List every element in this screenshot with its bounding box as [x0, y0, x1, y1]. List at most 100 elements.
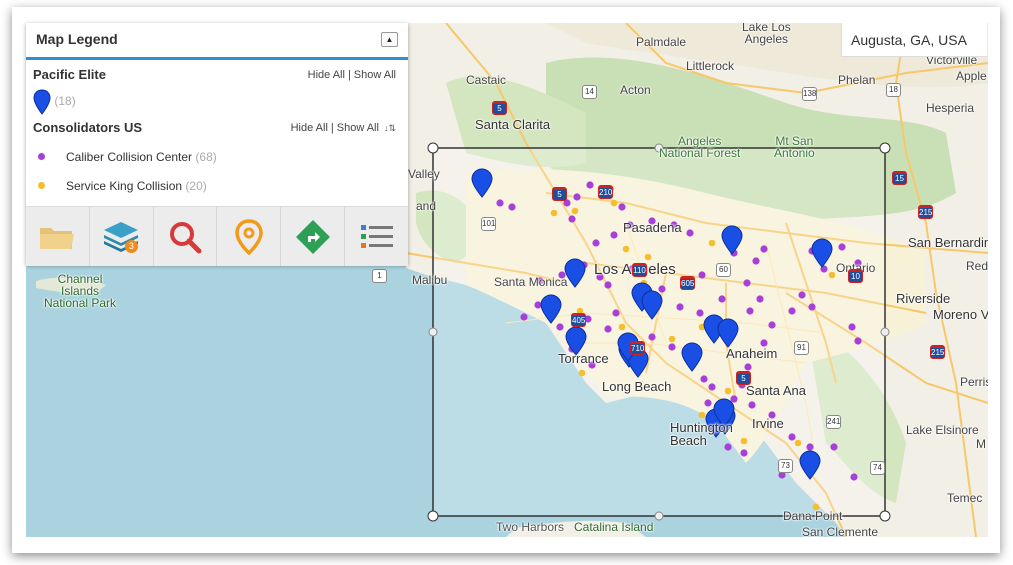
label-hesperia: Hesperia	[926, 101, 975, 115]
legend-item-count: (18)	[54, 94, 76, 109]
label-riverside: Riverside	[896, 291, 951, 306]
caliber-marker[interactable]	[648, 333, 656, 341]
list-icon	[360, 224, 393, 248]
caliber-marker[interactable]	[746, 307, 754, 315]
caliber-marker[interactable]	[568, 215, 576, 223]
caliber-marker[interactable]	[808, 303, 816, 311]
caliber-marker[interactable]	[748, 401, 756, 409]
handle-s[interactable]	[654, 511, 664, 521]
label-lake-elsinore: Lake Elsinore	[906, 423, 979, 437]
legend-item-pacific-elite[interactable]: (18)	[33, 89, 76, 115]
caliber-marker[interactable]	[612, 309, 620, 317]
service-king-marker[interactable]	[708, 239, 716, 247]
caliber-marker[interactable]	[700, 375, 708, 383]
service-king-marker[interactable]	[550, 209, 558, 217]
handle-ne[interactable]	[879, 142, 891, 154]
caliber-marker[interactable]	[496, 199, 504, 207]
service-king-marker[interactable]	[571, 207, 579, 215]
caliber-marker[interactable]	[676, 303, 684, 311]
caliber-marker[interactable]	[573, 193, 581, 201]
sort-az-icon[interactable]: ↓⇅	[384, 123, 396, 134]
label-apple-valley: Apple V	[956, 69, 988, 83]
label-and: and	[416, 199, 437, 213]
caliber-marker[interactable]	[850, 473, 858, 481]
caliber-marker[interactable]	[604, 281, 612, 289]
caliber-marker[interactable]	[686, 229, 694, 237]
caliber-marker[interactable]	[768, 321, 776, 329]
handle-sw[interactable]	[427, 510, 439, 522]
service-king-marker[interactable]	[618, 323, 626, 331]
caliber-marker[interactable]	[708, 383, 716, 391]
caliber-marker[interactable]	[696, 309, 704, 317]
handle-se[interactable]	[879, 510, 891, 522]
caliber-marker[interactable]	[718, 295, 726, 303]
label-temecula: Temec	[947, 491, 983, 505]
caliber-marker[interactable]	[704, 399, 712, 407]
caliber-marker[interactable]	[586, 181, 594, 189]
legend-item-label: Service King Collision	[66, 179, 183, 193]
caliber-marker[interactable]	[743, 279, 751, 287]
show-all-link[interactable]: Show All	[354, 69, 396, 81]
handle-e[interactable]	[880, 327, 890, 337]
label-pasadena: Pasadena	[623, 220, 682, 235]
label-two-harbors: Two Harbors	[496, 520, 565, 534]
shield-91: 91	[794, 341, 809, 355]
handle-w[interactable]	[428, 327, 438, 337]
caliber-marker[interactable]	[610, 231, 618, 239]
legend-item-service-king[interactable]: Service King Collision (20)	[38, 179, 207, 193]
caliber-marker[interactable]	[508, 203, 516, 211]
directions-button[interactable]	[281, 207, 346, 266]
label-redlands: Redlan	[966, 259, 988, 273]
service-king-marker[interactable]	[644, 253, 652, 261]
service-king-marker[interactable]	[724, 387, 732, 395]
caliber-marker[interactable]	[798, 291, 806, 299]
hide-all-link[interactable]: Hide All	[291, 122, 328, 134]
caliber-marker[interactable]	[658, 285, 666, 293]
show-all-link[interactable]: Show All	[337, 122, 379, 134]
caliber-marker[interactable]	[730, 395, 738, 403]
legend-item-caliber[interactable]: Caliber Collision Center (68)	[38, 150, 217, 164]
service-king-marker[interactable]	[740, 437, 748, 445]
caliber-marker[interactable]	[668, 343, 676, 351]
caliber-marker[interactable]	[806, 443, 814, 451]
caliber-marker[interactable]	[520, 313, 528, 321]
caliber-marker[interactable]	[752, 257, 760, 265]
caliber-marker[interactable]	[760, 245, 768, 253]
yellow-dot-icon	[38, 182, 45, 190]
location-search-input[interactable]: Augusta, GA, USA	[841, 23, 987, 57]
layers-button[interactable]: 3	[90, 207, 154, 266]
shield-i605: 605	[680, 276, 695, 290]
caliber-marker[interactable]	[756, 295, 764, 303]
caliber-marker[interactable]	[788, 433, 796, 441]
caliber-marker[interactable]	[604, 325, 612, 333]
caliber-marker[interactable]	[838, 243, 846, 251]
handle-nw[interactable]	[427, 142, 439, 154]
service-king-marker[interactable]	[698, 411, 706, 419]
caliber-marker[interactable]	[848, 323, 856, 331]
caliber-marker[interactable]	[854, 337, 862, 345]
caliber-marker[interactable]	[592, 239, 600, 247]
caliber-marker[interactable]	[744, 363, 752, 371]
service-king-marker[interactable]	[794, 439, 802, 447]
add-pin-button[interactable]	[217, 207, 282, 266]
collapse-legend-button[interactable]: ▲	[381, 32, 398, 47]
caliber-marker[interactable]	[740, 449, 748, 457]
service-king-marker[interactable]	[578, 369, 586, 377]
open-folder-button[interactable]	[26, 207, 90, 266]
shield-i110: 110	[632, 263, 647, 277]
caliber-marker[interactable]	[830, 443, 838, 451]
caliber-marker[interactable]	[788, 307, 796, 315]
service-king-marker[interactable]	[610, 199, 618, 207]
service-king-marker[interactable]	[668, 335, 676, 343]
shield-i5-oc: 5	[736, 371, 751, 385]
service-king-marker[interactable]	[622, 245, 630, 253]
search-button[interactable]	[154, 207, 218, 266]
caliber-marker[interactable]	[556, 323, 564, 331]
service-king-marker[interactable]	[828, 271, 836, 279]
hide-all-link[interactable]: Hide All	[308, 69, 345, 81]
list-view-button[interactable]	[345, 207, 408, 266]
label-dana-point: Dana Point	[783, 509, 843, 523]
caliber-marker[interactable]	[618, 203, 626, 211]
caliber-marker[interactable]	[698, 271, 706, 279]
layers-count-badge: 3	[124, 240, 138, 253]
